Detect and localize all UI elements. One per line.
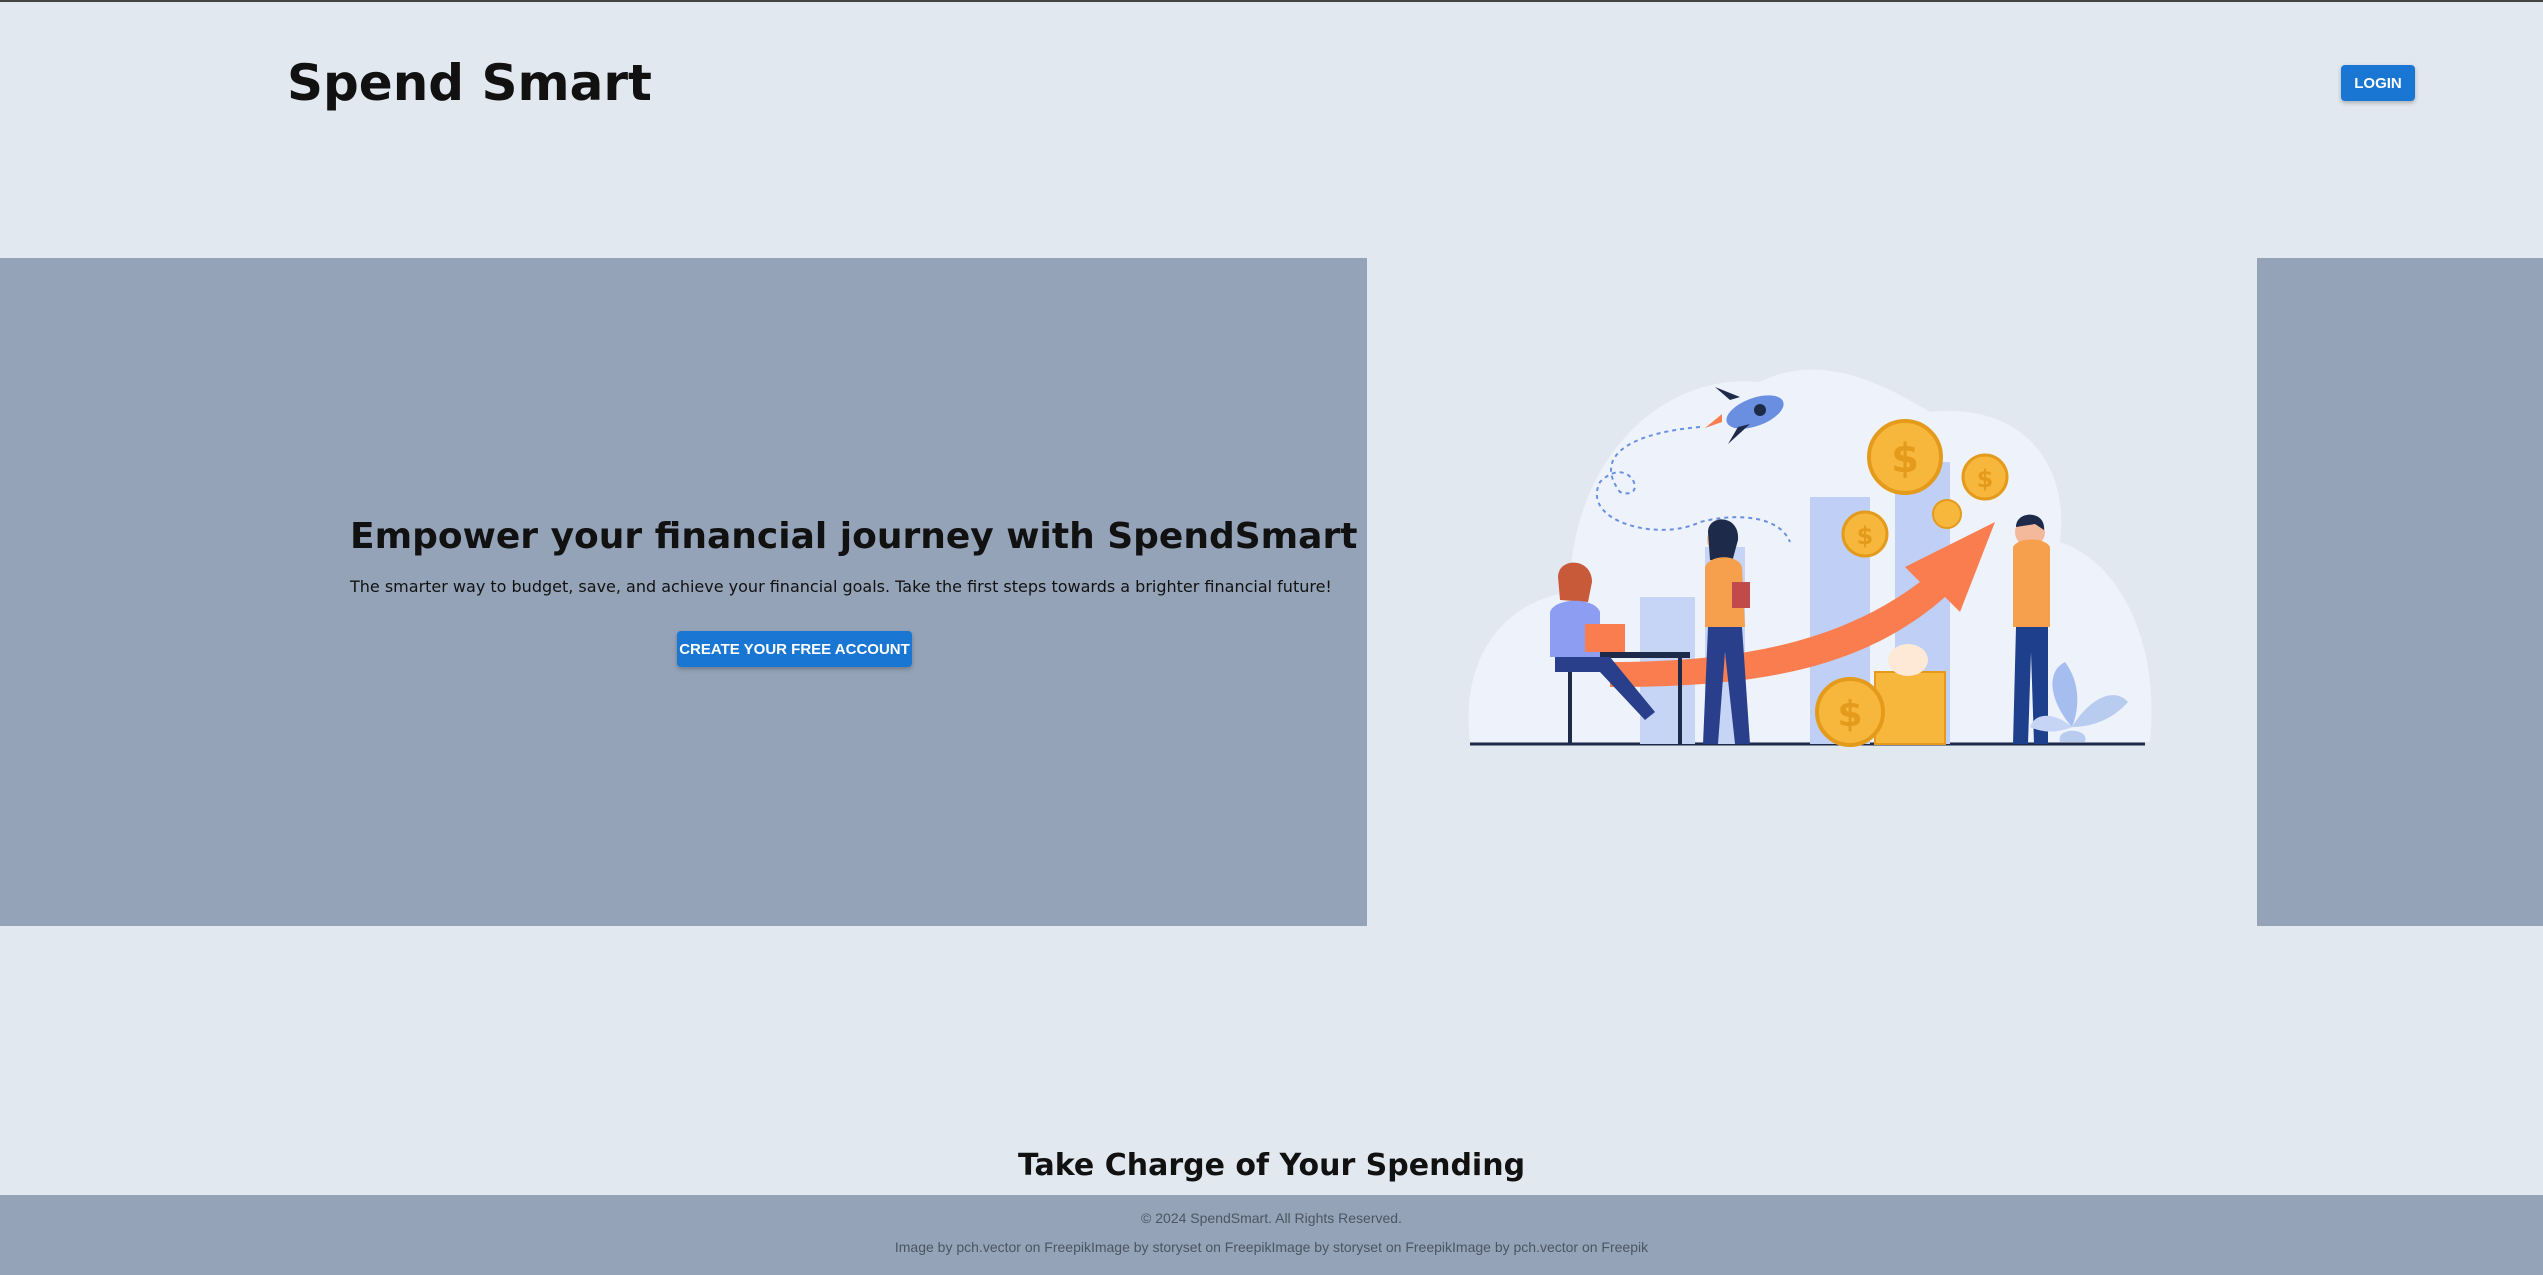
svg-text:$: $ <box>1891 436 1919 482</box>
footer-copyright: © 2024 SpendSmart. All Rights Reserved. <box>1141 1210 1402 1226</box>
hero-title: Empower your financial journey with Spen… <box>350 516 1358 557</box>
header: Spend Smart LOGIN <box>0 2 2543 258</box>
laptop <box>1585 624 1625 652</box>
svg-text:$: $ <box>1837 694 1862 735</box>
money-bag <box>1888 644 1928 676</box>
folder <box>1732 582 1750 608</box>
svg-text:$: $ <box>1977 465 1994 493</box>
dollar-coin-icon: $ <box>1867 419 1943 495</box>
svg-text:$: $ <box>1857 522 1874 550</box>
dollar-coin-icon: $ <box>1841 510 1889 558</box>
coin-stack <box>1874 671 1946 745</box>
hero-side-strip <box>2257 258 2543 926</box>
finance-growth-illustration: $ $ $ $ <box>1468 369 2152 747</box>
footer-image-credits: Image by pch.vector on FreepikImage by s… <box>894 1239 1649 1255</box>
hero-subtitle: The smarter way to budget, save, and ach… <box>350 577 1332 596</box>
create-account-button[interactable]: CREATE YOUR FREE ACCOUNT <box>677 631 912 667</box>
footer: © 2024 SpendSmart. All Rights Reserved. … <box>0 1195 2543 1275</box>
brand-title: Spend Smart <box>287 54 652 112</box>
dollar-coin-icon <box>1932 499 1962 529</box>
dollar-coin-icon: $ <box>1961 453 2009 501</box>
login-button[interactable]: LOGIN <box>2341 65 2415 101</box>
man-body <box>2013 539 2050 627</box>
section-title: Take Charge of Your Spending <box>1017 1148 1526 1183</box>
